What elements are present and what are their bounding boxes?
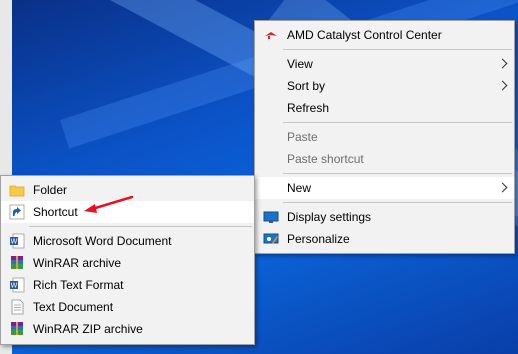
chevron-right-icon [497, 80, 508, 91]
menu-item-personalize[interactable]: Personalize [255, 228, 514, 250]
svg-text:W: W [11, 238, 18, 246]
menu-item-label: Paste [287, 130, 318, 144]
svg-text:W: W [11, 282, 18, 290]
menu-item-paste: Paste [255, 126, 514, 148]
submenu-item-rich-text[interactable]: W Rich Text Format [1, 274, 254, 296]
menu-divider [283, 202, 512, 203]
menu-item-label: Display settings [287, 210, 372, 224]
submenu-item-label: Text Document [33, 300, 114, 314]
submenu-item-label: Shortcut [33, 205, 78, 219]
menu-item-label: Refresh [287, 101, 330, 115]
menu-item-label: AMD Catalyst Control Center [287, 28, 442, 42]
submenu-item-label: Microsoft Word Document [33, 234, 172, 248]
menu-item-sort-by[interactable]: Sort by [255, 75, 514, 97]
menu-divider [283, 173, 512, 174]
word-icon: W [10, 233, 25, 249]
submenu-item-text-document[interactable]: Text Document [1, 296, 254, 318]
menu-item-label: New [287, 181, 312, 195]
desktop-context-menu: AMD Catalyst Control Center View Sort by… [254, 20, 515, 254]
submenu-item-label: WinRAR ZIP archive [33, 322, 143, 336]
chevron-right-icon [497, 182, 508, 193]
menu-item-view[interactable]: View [255, 53, 514, 75]
display-icon [263, 211, 279, 223]
menu-item-display-settings[interactable]: Display settings [255, 206, 514, 228]
menu-item-refresh[interactable]: Refresh [255, 97, 514, 119]
shortcut-icon [9, 204, 25, 220]
submenu-item-label: Rich Text Format [33, 278, 124, 292]
winrar-icon [11, 256, 23, 269]
menu-item-label: Paste shortcut [287, 152, 364, 166]
menu-divider [283, 49, 512, 50]
text-document-icon [11, 299, 24, 315]
folder-icon [9, 185, 25, 197]
submenu-item-winrar-archive[interactable]: WinRAR archive [1, 252, 254, 274]
menu-divider [29, 226, 252, 227]
personalize-icon [263, 233, 279, 244]
menu-divider [283, 122, 512, 123]
menu-item-label: View [287, 57, 313, 71]
chevron-right-icon [497, 58, 508, 69]
winrar-zip-icon [11, 322, 23, 335]
submenu-item-word-document[interactable]: W Microsoft Word Document [1, 230, 254, 252]
submenu-item-label: WinRAR archive [33, 256, 122, 270]
menu-item-new[interactable]: New [255, 177, 514, 199]
menu-item-amd-catalyst[interactable]: AMD Catalyst Control Center [255, 24, 514, 46]
menu-item-label: Personalize [287, 232, 350, 246]
menu-item-label: Sort by [287, 79, 326, 93]
submenu-item-label: Folder [33, 183, 68, 197]
rtf-icon: W [10, 277, 25, 293]
annotation-arrow-icon [84, 195, 134, 213]
submenu-item-winrar-zip[interactable]: WinRAR ZIP archive [1, 318, 254, 340]
menu-item-paste-shortcut: Paste shortcut [255, 148, 514, 170]
amd-icon [265, 32, 277, 39]
